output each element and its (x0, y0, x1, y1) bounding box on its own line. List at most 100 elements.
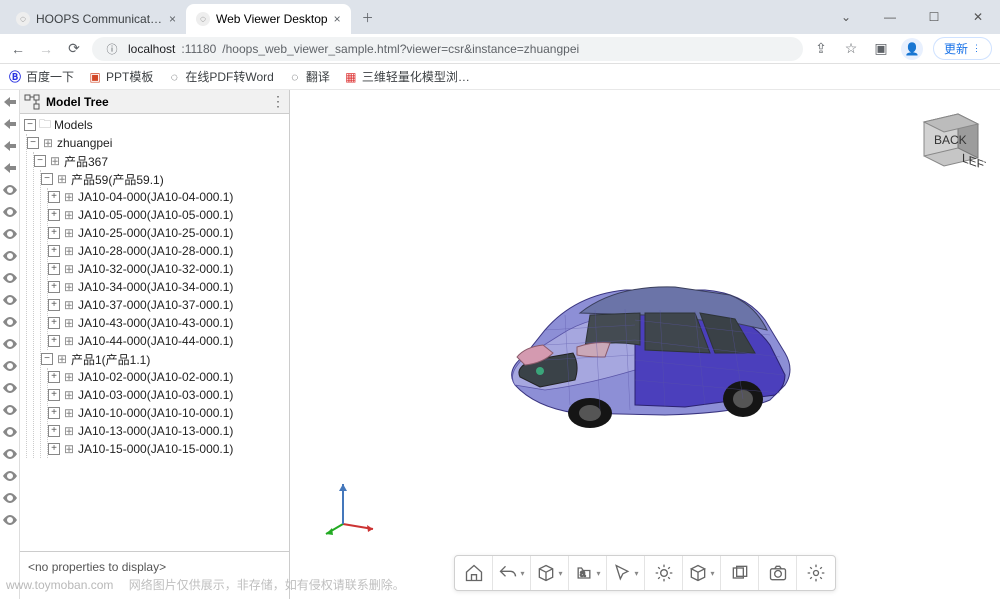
settings-button[interactable] (797, 556, 835, 590)
nav-cube[interactable]: BACK LEFT (914, 104, 986, 176)
eye-icon[interactable] (2, 182, 18, 198)
tree-leaf[interactable]: +⊞JA10-03-000(JA10-03-000.1) (48, 386, 289, 404)
tree-node-product59[interactable]: − ⊞ 产品59(产品59.1) (41, 170, 289, 188)
tab-hoops[interactable]: ◌ HOOPS Communicator | Tech × (6, 4, 186, 34)
maximize-button[interactable]: ☐ (912, 0, 956, 34)
expand-icon[interactable]: + (48, 389, 60, 401)
select-button[interactable]: ▾ (607, 556, 645, 590)
close-icon[interactable]: × (334, 12, 341, 26)
eye-icon[interactable] (2, 424, 18, 440)
tree-node-zhuangpei[interactable]: − ⊞ zhuangpei (27, 134, 289, 152)
panel-menu-icon[interactable]: ⋮ (271, 93, 285, 110)
eye-icon[interactable] (2, 226, 18, 242)
tree-leaf[interactable]: +⊞JA10-10-000(JA10-10-000.1) (48, 404, 289, 422)
eye-icon[interactable] (2, 380, 18, 396)
bookmark-baidu[interactable]: Ⓑ百度一下 (8, 68, 74, 85)
eye-icon[interactable] (2, 402, 18, 418)
expand-icon[interactable]: + (48, 245, 60, 257)
tree-leaf[interactable]: +⊞JA10-04-000(JA10-04-000.1) (48, 188, 289, 206)
expand-icon[interactable]: + (48, 443, 60, 455)
expand-icon[interactable]: + (48, 209, 60, 221)
bookmark-translate[interactable]: ◌翻译 (288, 68, 330, 85)
explode-button[interactable] (645, 556, 683, 590)
arrow-icon[interactable] (2, 138, 18, 154)
expand-icon[interactable]: + (48, 425, 60, 437)
update-button[interactable]: 更新⋮ (933, 37, 992, 60)
eye-icon[interactable] (2, 336, 18, 352)
share-icon[interactable]: ⇪ (811, 39, 831, 59)
arrow-icon[interactable] (2, 160, 18, 176)
profile-avatar[interactable]: 👤 (901, 38, 923, 60)
bookmark-3d[interactable]: ▦三维轻量化模型浏… (344, 68, 470, 85)
tree-leaf[interactable]: +⊞JA10-15-000(JA10-15-000.1) (48, 440, 289, 458)
model-tree[interactable]: − 🗀 Models − ⊞ zhuangpei (20, 114, 289, 551)
annotation-button[interactable]: a▾ (569, 556, 607, 590)
bookmark-ppt[interactable]: ▣PPT模板 (88, 68, 153, 85)
expand-icon[interactable]: + (48, 407, 60, 419)
expand-icon[interactable]: + (48, 263, 60, 275)
extensions-icon[interactable]: ▣ (871, 39, 891, 59)
snapshot-button[interactable] (759, 556, 797, 590)
tree-leaf[interactable]: +⊞JA10-44-000(JA10-44-000.1) (48, 332, 289, 350)
home-button[interactable] (455, 556, 493, 590)
undo-button[interactable]: ▾ (493, 556, 531, 590)
eye-icon[interactable] (2, 248, 18, 264)
tree-leaf[interactable]: +⊞JA10-34-000(JA10-34-000.1) (48, 278, 289, 296)
eye-icon[interactable] (2, 358, 18, 374)
close-icon[interactable]: × (169, 12, 176, 26)
eye-icon[interactable] (2, 468, 18, 484)
tree-leaf[interactable]: +⊞JA10-28-000(JA10-28-000.1) (48, 242, 289, 260)
tree-leaf-label: JA10-25-000(JA10-25-000.1) (78, 226, 233, 240)
globe-icon: ◌ (167, 70, 181, 84)
bookmark-pdf[interactable]: ◌在线PDF转Word (167, 68, 273, 85)
collapse-icon[interactable]: − (41, 353, 53, 365)
folder-icon: 🗀 (38, 118, 52, 132)
expand-icon[interactable]: + (48, 317, 60, 329)
wireframe-button[interactable]: ▾ (683, 556, 721, 590)
tree-node-models[interactable]: − 🗀 Models (20, 116, 289, 134)
view-button[interactable]: ▾ (531, 556, 569, 590)
tree-leaf-label: JA10-10-000(JA10-10-000.1) (78, 406, 233, 420)
tree-node-product367[interactable]: − ⊞ 产品367 (34, 152, 289, 170)
3d-viewport[interactable]: BACK LEFT ▾ ▾ a▾ ▾ ▾ (290, 90, 1000, 599)
expand-icon[interactable]: + (48, 371, 60, 383)
arrow-icon[interactable] (2, 94, 18, 110)
forward-button[interactable]: → (36, 39, 56, 59)
eye-icon[interactable] (2, 512, 18, 528)
eye-icon[interactable] (2, 292, 18, 308)
collapse-icon[interactable]: − (34, 155, 46, 167)
eye-icon[interactable] (2, 204, 18, 220)
star-icon[interactable]: ☆ (841, 39, 861, 59)
section-button[interactable] (721, 556, 759, 590)
eye-icon[interactable] (2, 490, 18, 506)
tree-node-product1[interactable]: − ⊞ 产品1(产品1.1) (41, 350, 289, 368)
expand-icon[interactable]: + (48, 335, 60, 347)
tree-leaf[interactable]: +⊞JA10-32-000(JA10-32-000.1) (48, 260, 289, 278)
minimize-button[interactable]: — (868, 0, 912, 34)
expand-icon[interactable]: + (48, 299, 60, 311)
collapse-icon[interactable]: − (24, 119, 36, 131)
eye-icon[interactable] (2, 314, 18, 330)
tree-leaf[interactable]: +⊞JA10-37-000(JA10-37-000.1) (48, 296, 289, 314)
expand-icon[interactable]: + (48, 191, 60, 203)
tree-leaf[interactable]: +⊞JA10-02-000(JA10-02-000.1) (48, 368, 289, 386)
url-input[interactable]: ⓘ localhost:11180/hoops_web_viewer_sampl… (92, 37, 803, 61)
expand-icon[interactable]: + (48, 227, 60, 239)
eye-icon[interactable] (2, 446, 18, 462)
collapse-icon[interactable]: − (41, 173, 53, 185)
car-model[interactable] (485, 235, 805, 455)
tree-leaf[interactable]: +⊞JA10-25-000(JA10-25-000.1) (48, 224, 289, 242)
arrow-icon[interactable] (2, 116, 18, 132)
eye-icon[interactable] (2, 270, 18, 286)
tab-web-viewer[interactable]: ◌ Web Viewer Desktop × (186, 4, 351, 34)
back-button[interactable]: ← (8, 39, 28, 59)
chevron-down-icon[interactable]: ⌄ (824, 0, 868, 34)
collapse-icon[interactable]: − (27, 137, 39, 149)
tree-leaf[interactable]: +⊞JA10-43-000(JA10-43-000.1) (48, 314, 289, 332)
tree-leaf[interactable]: +⊞JA10-13-000(JA10-13-000.1) (48, 422, 289, 440)
expand-icon[interactable]: + (48, 281, 60, 293)
tree-leaf[interactable]: +⊞JA10-05-000(JA10-05-000.1) (48, 206, 289, 224)
new-tab-button[interactable]: ＋ (355, 4, 381, 30)
close-window-button[interactable]: ✕ (956, 0, 1000, 34)
reload-button[interactable]: ⟳ (64, 39, 84, 59)
